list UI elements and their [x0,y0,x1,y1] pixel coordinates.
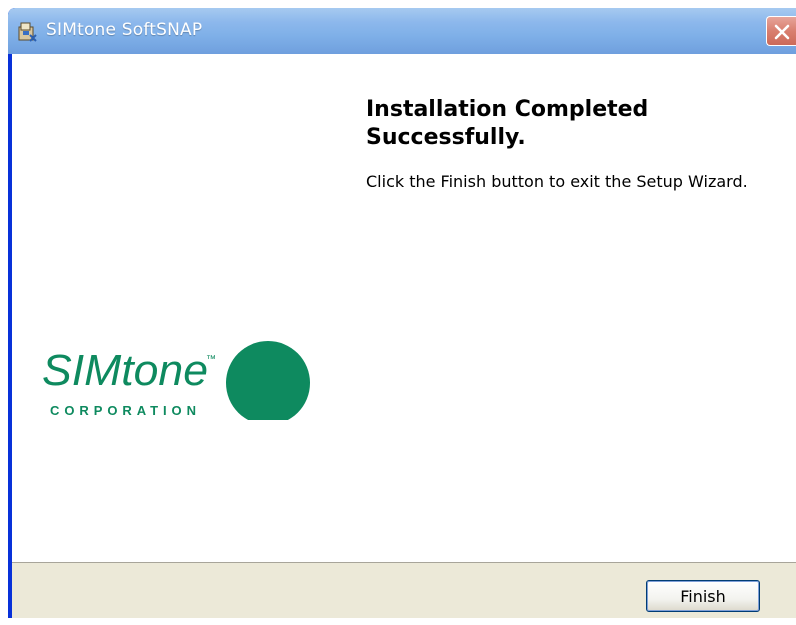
close-button[interactable] [766,16,796,46]
logo-circle [226,341,310,420]
finish-button[interactable]: Finish [646,580,760,612]
wizard-body: SIMtone ™ CORPORATION Installation Compl… [12,54,796,618]
button-bar: Finish [12,562,796,618]
completion-message: Click the Finish button to exit the Setu… [366,172,748,191]
logo-wordmark: SIMtone [42,346,208,395]
installer-package-icon [16,21,38,43]
logo-tagline: CORPORATION [50,403,200,418]
heading-line-2: Successfully. [366,125,526,150]
installer-window: SIMtone SoftSNAP SIMtone ™ CORPORATION I… [8,8,796,618]
close-icon [774,24,790,40]
title-bar[interactable]: SIMtone SoftSNAP [8,8,796,54]
logo-trademark: ™ [206,354,216,365]
window-title: SIMtone SoftSNAP [46,20,203,40]
heading-line-1: Installation Completed [366,97,649,122]
simtone-logo: SIMtone ™ CORPORATION [42,341,310,420]
completion-heading: Installation Completed Successfully. [366,96,786,152]
